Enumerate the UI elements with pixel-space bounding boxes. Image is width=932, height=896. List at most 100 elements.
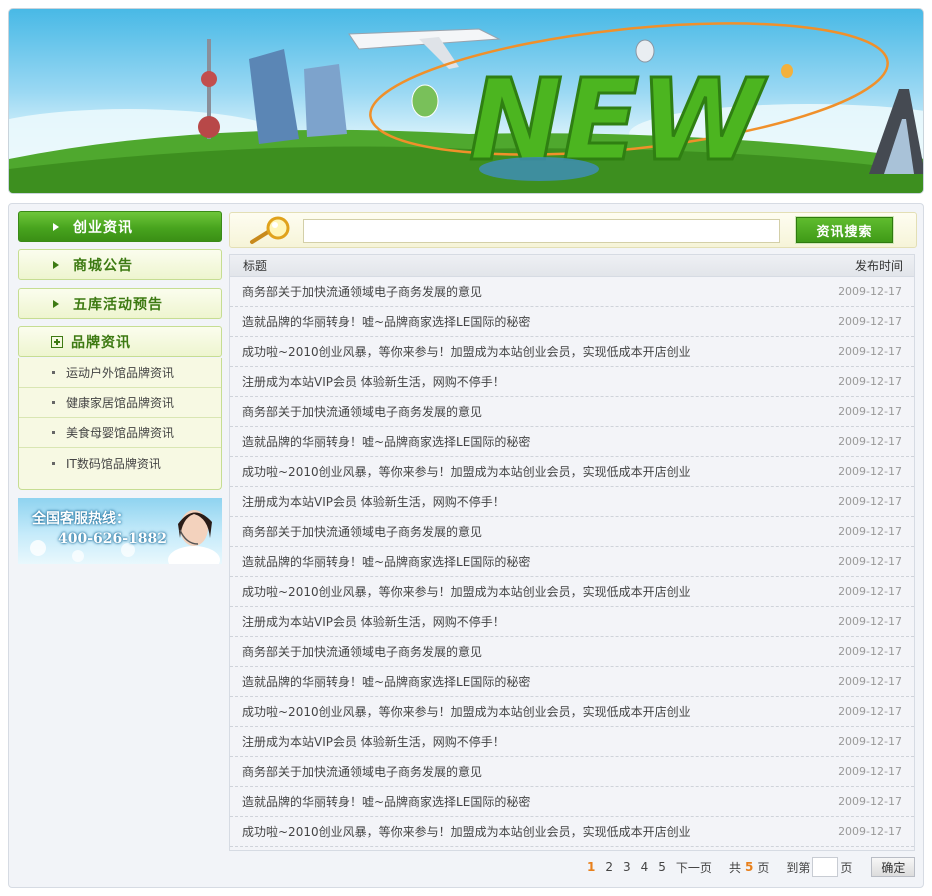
table-row[interactable]: 商务部关于加快流通领域电子商务发展的意见 2009-12-17: [230, 397, 914, 427]
article-date: 2009-12-17: [838, 375, 902, 388]
column-header-title: 标题: [243, 259, 268, 273]
article-title-link[interactable]: 商务部关于加快流通领域电子商务发展的意见: [242, 643, 482, 660]
subnav-item-label: 运动户外馆品牌资讯: [66, 366, 175, 380]
table-row[interactable]: 商务部关于加快流通领域电子商务发展的意见 2009-12-17: [230, 757, 914, 787]
arrow-right-icon: [53, 260, 59, 269]
customer-service-hotline-banner[interactable]: 全国客服热线： 400-626-1882: [18, 498, 222, 564]
news-list-header: 标题 发布时间: [230, 255, 914, 277]
total-pages-suffix: 页: [757, 860, 770, 875]
article-title-link[interactable]: 商务部关于加快流通领域电子商务发展的意见: [242, 523, 482, 540]
table-row[interactable]: 商务部关于加快流通领域电子商务发展的意见 2009-12-17: [230, 637, 914, 667]
article-title-link[interactable]: 商务部关于加快流通领域电子商务发展的意见: [242, 403, 482, 420]
article-title-link[interactable]: 商务部关于加快流通领域电子商务发展的意见: [242, 763, 482, 780]
article-title-link[interactable]: 成功啦~2010创业风暴，等你来参与！加盟成为本站创业会员，实现低成本开店创业: [242, 823, 691, 840]
article-title-link[interactable]: 造就品牌的华丽转身！嘘~品牌商家选择LE国际的秘密: [242, 553, 530, 570]
arrow-right-icon: [53, 222, 59, 231]
article-date: 2009-12-17: [838, 495, 902, 508]
article-date: 2009-12-17: [838, 405, 902, 418]
article-date: 2009-12-17: [838, 585, 902, 598]
article-date: 2009-12-17: [838, 825, 902, 838]
article-date: 2009-12-17: [838, 465, 902, 478]
goto-page-suffix: 页: [840, 860, 853, 875]
bullet-icon: [52, 401, 55, 404]
bullet-icon: [52, 371, 55, 374]
column-header-date: 发布时间: [854, 259, 903, 273]
article-title-link[interactable]: 商务部关于加快流通领域电子商务发展的意见: [242, 283, 482, 300]
article-title-link[interactable]: 造就品牌的华丽转身！嘘~品牌商家选择LE国际的秘密: [242, 433, 530, 450]
page-link-3[interactable]: 3: [623, 860, 631, 874]
bullet-icon: [52, 431, 55, 434]
subnav-item-home[interactable]: 健康家居馆品牌资讯: [19, 388, 221, 418]
subnav-item-outdoor[interactable]: 运动户外馆品牌资讯: [19, 358, 221, 388]
table-row[interactable]: 造就品牌的华丽转身！嘘~品牌商家选择LE国际的秘密 2009-12-17: [230, 427, 914, 457]
search-input[interactable]: [303, 219, 780, 243]
table-row[interactable]: 造就品牌的华丽转身！嘘~品牌商家选择LE国际的秘密 2009-12-17: [230, 307, 914, 337]
page-link-4[interactable]: 4: [641, 860, 649, 874]
article-date: 2009-12-17: [838, 795, 902, 808]
subnav-item-label: IT数码馆品牌资讯: [66, 456, 161, 471]
table-row[interactable]: 注册成为本站VIP会员 体验新生活，网购不停手！ 2009-12-17: [230, 607, 914, 637]
article-title-link[interactable]: 造就品牌的华丽转身！嘘~品牌商家选择LE国际的秘密: [242, 313, 530, 330]
table-row[interactable]: 成功啦~2010创业风暴，等你来参与！加盟成为本站创业会员，实现低成本开店创业 2…: [230, 337, 914, 367]
table-row[interactable]: 成功啦~2010创业风暴，等你来参与！加盟成为本站创业会员，实现低成本开店创业 2…: [230, 577, 914, 607]
sidebar-item-mall-announcement[interactable]: 商城公告: [18, 249, 222, 280]
table-row[interactable]: 成功啦~2010创业风暴，等你来参与！加盟成为本站创业会员，实现低成本开店创业 2…: [230, 817, 914, 847]
subnav-item-food-baby[interactable]: 美食母婴馆品牌资讯: [19, 418, 221, 448]
sidebar-item-brand-news[interactable]: 品牌资讯: [18, 326, 222, 357]
bullet-icon: [52, 461, 55, 465]
article-title-link[interactable]: 造就品牌的华丽转身！嘘~品牌商家选择LE国际的秘密: [242, 673, 530, 690]
table-row[interactable]: 造就品牌的华丽转身！嘘~品牌商家选择LE国际的秘密 2009-12-17: [230, 787, 914, 817]
news-list: 标题 发布时间 商务部关于加快流通领域电子商务发展的意见 2009-12-17 造就…: [229, 254, 915, 851]
article-title-link[interactable]: 成功啦~2010创业风暴，等你来参与！加盟成为本站创业会员，实现低成本开店创业: [242, 463, 691, 480]
table-row[interactable]: 注册成为本站VIP会员 体验新生活，网购不停手！ 2009-12-17: [230, 727, 914, 757]
article-title-link[interactable]: 注册成为本站VIP会员 体验新生活，网购不停手！: [242, 733, 505, 750]
goto-page-button[interactable]: 确定: [871, 857, 916, 877]
hotline-phone: 400-626-1882: [58, 531, 168, 547]
table-row[interactable]: 注册成为本站VIP会员 体验新生活，网购不停手！ 2009-12-17: [230, 487, 914, 517]
magnifier-icon: [250, 216, 290, 244]
table-row[interactable]: 注册成为本站VIP会员 体验新生活，网购不停手！ 2009-12-17: [230, 367, 914, 397]
article-date: 2009-12-17: [838, 615, 902, 628]
article-date: 2009-12-17: [838, 435, 902, 448]
page-link-2[interactable]: 2: [605, 860, 613, 874]
goto-page-input[interactable]: [812, 857, 839, 877]
article-date: 2009-12-17: [838, 345, 902, 358]
table-row[interactable]: 成功啦~2010创业风暴，等你来参与！加盟成为本站创业会员，实现低成本开店创业 2…: [230, 697, 914, 727]
banner-illustration: NEW: [9, 22, 923, 193]
article-title-link[interactable]: 成功啦~2010创业风暴，等你来参与！加盟成为本站创业会员，实现低成本开店创业: [242, 583, 691, 600]
table-row[interactable]: 成功啦~2010创业风暴，等你来参与！加盟成为本站创业会员，实现低成本开店创业 2…: [230, 457, 914, 487]
sidebar-item-label: 创业资讯: [73, 219, 133, 236]
total-pages-count: 5: [744, 860, 754, 874]
subnav-item-it-digital[interactable]: IT数码馆品牌资讯: [19, 448, 221, 478]
news-search-button[interactable]: 资讯搜索: [796, 217, 893, 243]
subnav-item-label: 美食母婴馆品牌资讯: [66, 426, 175, 440]
article-date: 2009-12-17: [838, 645, 902, 658]
article-date: 2009-12-17: [838, 765, 902, 778]
article-date: 2009-12-17: [838, 555, 902, 568]
article-title-link[interactable]: 注册成为本站VIP会员 体验新生活，网购不停手！: [242, 373, 505, 390]
article-date: 2009-12-17: [838, 735, 902, 748]
article-title-link[interactable]: 成功啦~2010创业风暴，等你来参与！加盟成为本站创业会员，实现低成本开店创业: [242, 703, 691, 720]
article-title-link[interactable]: 造就品牌的华丽转身！嘘~品牌商家选择LE国际的秘密: [242, 793, 530, 810]
sidebar-item-event-preview[interactable]: 五库活动预告: [18, 288, 222, 319]
article-title-link[interactable]: 成功啦~2010创业风暴，等你来参与！加盟成为本站创业会员，实现低成本开店创业: [242, 343, 691, 360]
table-row[interactable]: 造就品牌的华丽转身！嘘~品牌商家选择LE国际的秘密 2009-12-17: [230, 547, 914, 577]
news-list-rows: 商务部关于加快流通领域电子商务发展的意见 2009-12-17 造就品牌的华丽转身！…: [230, 277, 914, 847]
table-row[interactable]: 造就品牌的华丽转身！嘘~品牌商家选择LE国际的秘密 2009-12-17: [230, 667, 914, 697]
subnav-item-label: 健康家居馆品牌资讯: [66, 396, 175, 410]
expand-plus-icon: [51, 335, 63, 348]
page-link-1[interactable]: 1: [587, 860, 595, 874]
article-date: 2009-12-17: [838, 705, 902, 718]
article-date: 2009-12-17: [838, 285, 902, 298]
arrow-right-icon: [53, 299, 59, 308]
article-title-link[interactable]: 注册成为本站VIP会员 体验新生活，网购不停手！: [242, 613, 505, 630]
sidebar-item-label: 商城公告: [73, 257, 133, 274]
table-row[interactable]: 商务部关于加快流通领域电子商务发展的意见 2009-12-17: [230, 517, 914, 547]
table-row[interactable]: 商务部关于加快流通领域电子商务发展的意见 2009-12-17: [230, 277, 914, 307]
goto-page-prefix: 到第: [786, 860, 811, 875]
next-page-link[interactable]: 下一页: [676, 859, 712, 876]
article-title-link[interactable]: 注册成为本站VIP会员 体验新生活，网购不停手！: [242, 493, 505, 510]
header-banner: NEW: [8, 8, 924, 194]
sidebar-item-startup-news[interactable]: 创业资讯: [18, 211, 222, 242]
page-link-5[interactable]: 5: [658, 860, 666, 874]
